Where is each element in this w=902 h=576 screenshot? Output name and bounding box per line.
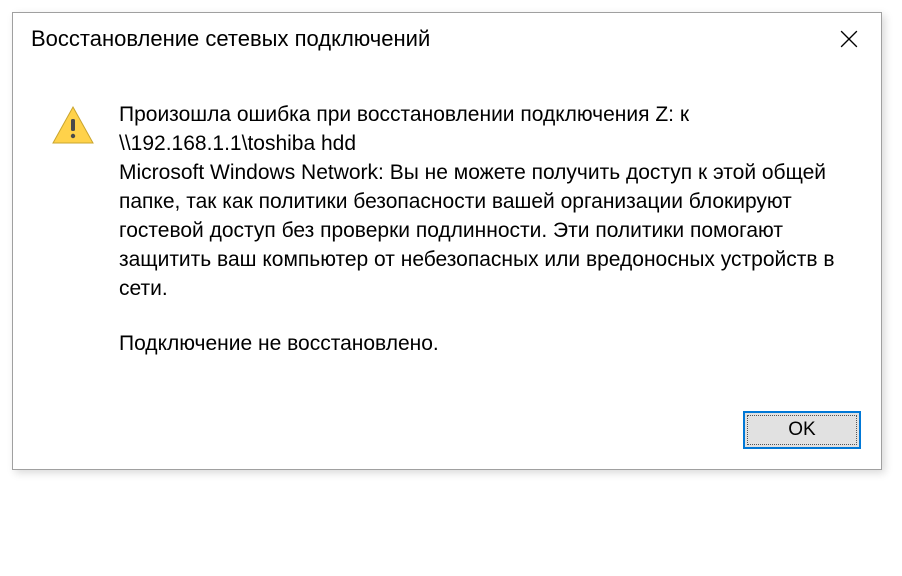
title-bar: Восстановление сетевых подключений	[13, 13, 881, 65]
ok-button[interactable]: OK	[743, 411, 861, 449]
message-footer: Подключение не восстановлено.	[119, 330, 853, 359]
close-icon	[840, 30, 858, 48]
message-column: Произошла ошибка при восстановлении подк…	[119, 101, 853, 385]
dialog-title: Восстановление сетевых подключений	[31, 26, 430, 52]
close-button[interactable]	[829, 23, 869, 55]
button-area: OK	[13, 397, 881, 469]
icon-column	[49, 101, 97, 385]
dialog-content: Произошла ошибка при восстановлении подк…	[13, 65, 881, 397]
message-main: Произошла ошибка при восстановлении подк…	[119, 101, 853, 304]
dialog-window: Восстановление сетевых подключений Произ…	[12, 12, 882, 470]
warning-icon	[49, 103, 97, 151]
